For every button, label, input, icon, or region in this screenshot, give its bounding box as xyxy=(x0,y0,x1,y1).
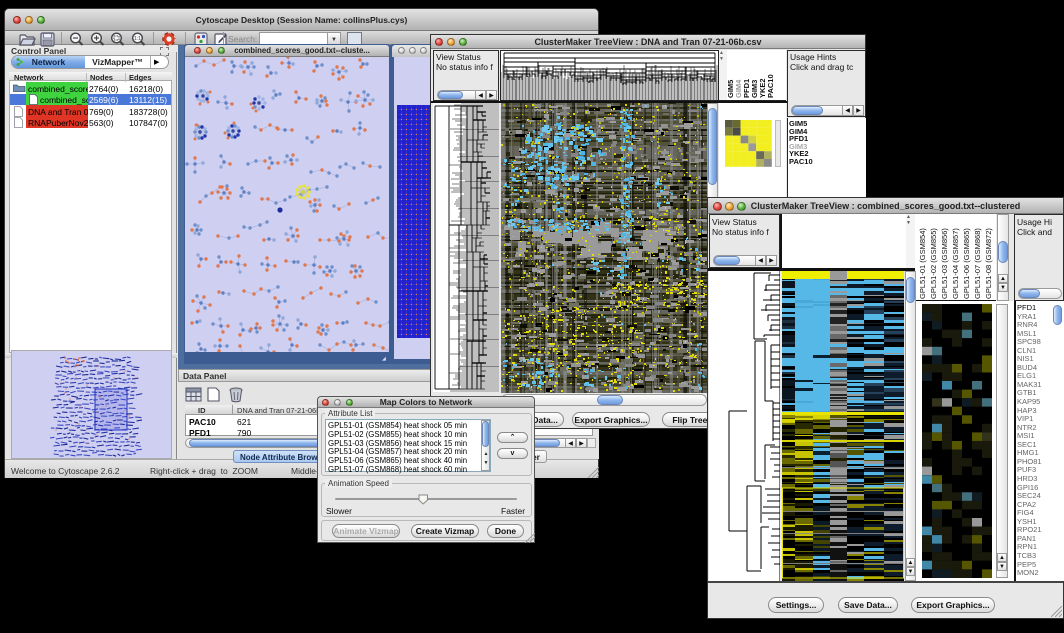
svg-text:1:1: 1:1 xyxy=(134,36,141,42)
